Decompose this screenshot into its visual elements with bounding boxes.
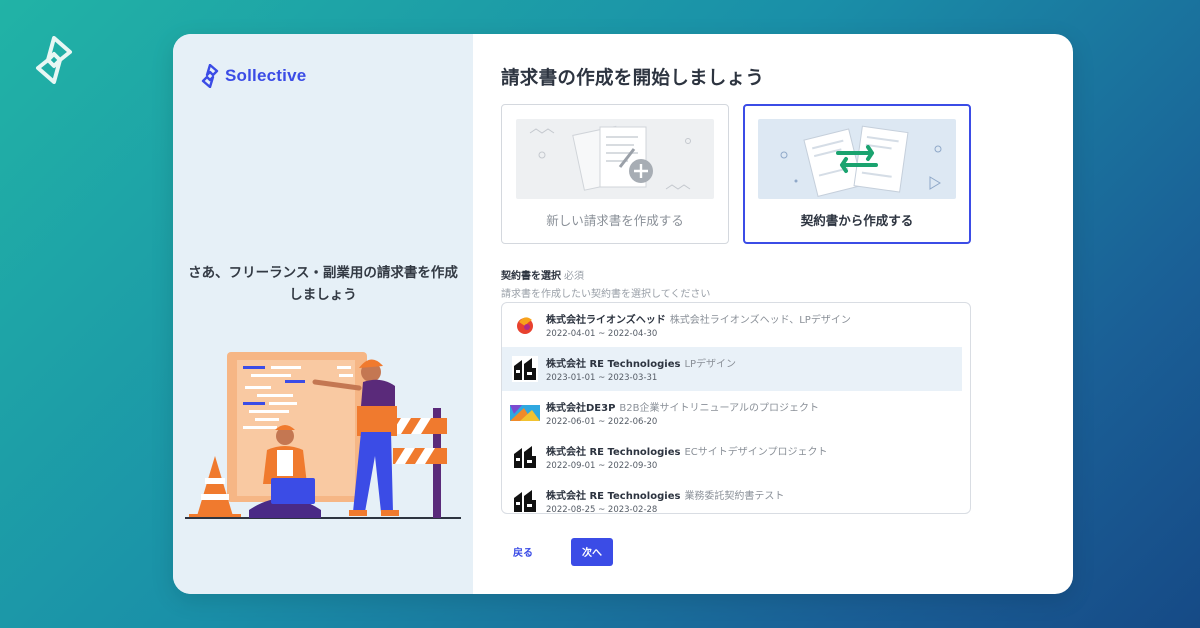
from-contract-illustration xyxy=(758,119,956,199)
lionshead-logo-icon xyxy=(517,317,533,334)
option-new-invoice[interactable]: 新しい請求書を作成する xyxy=(501,104,729,244)
back-button[interactable]: 戻る xyxy=(501,536,545,567)
sollective-corner-logo-icon xyxy=(36,36,72,84)
option-new-invoice-label: 新しい請求書を作成する xyxy=(546,213,684,228)
contract-period: 2022-09-01 ~ 2022-09-30 xyxy=(546,461,658,471)
re-technologies-logo-icon xyxy=(514,490,536,512)
tagline: さあ、フリーランス・副業用の請求書を作成しましょう xyxy=(188,265,458,303)
contract-select-label-text: 契約書を選択 xyxy=(501,271,561,282)
required-badge: 必須 xyxy=(564,271,584,282)
left-panel: Sollective さあ、フリーランス・副業用の請求書を作成しましょう xyxy=(173,34,473,594)
contract-company: 株式会社DE3P xyxy=(546,403,616,414)
contract-company: 株式会社 RE Technologies xyxy=(546,447,681,458)
brand-name: Sollective xyxy=(225,66,307,85)
workers-illustration xyxy=(185,352,461,519)
contract-row[interactable]: 株式会社 RE Technologies 業務委託契約書テスト 2022-08-2… xyxy=(502,479,970,514)
new-invoice-illustration xyxy=(516,119,714,199)
contract-period: 2022-06-01 ~ 2022-06-20 xyxy=(546,417,658,427)
contract-project: LPデザイン xyxy=(684,359,737,370)
contract-select-hint: 請求書を作成したい契約書を選択してください xyxy=(501,289,711,300)
contract-row[interactable]: 株式会社 RE Technologies ECサイトデザインプロジェクト 2022… xyxy=(502,435,970,479)
contract-project: 株式会社ライオンズヘッド、LPデザイン xyxy=(669,315,851,326)
page-title: 請求書の作成を開始しましょう xyxy=(501,68,765,89)
contract-list[interactable]: 株式会社ライオンズヘッド 株式会社ライオンズヘッド、LPデザイン 2022-04-… xyxy=(501,302,971,514)
contract-project: 業務委託契約書テスト xyxy=(684,491,785,502)
contract-row-selected[interactable]: 株式会社 RE Technologies LPデザイン 2023-01-01 ~ … xyxy=(502,347,962,391)
contract-row[interactable]: 株式会社ライオンズヘッド 株式会社ライオンズヘッド、LPデザイン 2022-04-… xyxy=(502,303,970,347)
next-button[interactable]: 次へ xyxy=(571,537,613,566)
invoice-wizard-card: Sollective さあ、フリーランス・副業用の請求書を作成しましょう 請求書… xyxy=(173,34,1073,594)
contract-period: 2023-01-01 ~ 2023-03-31 xyxy=(546,373,658,383)
contract-company: 株式会社 RE Technologies xyxy=(546,359,681,370)
wizard-actions: 戻る 次へ xyxy=(501,536,613,567)
contract-period: 2022-08-25 ~ 2023-02-28 xyxy=(546,505,658,514)
option-from-contract[interactable]: 契約書から作成する xyxy=(743,104,971,244)
re-technologies-logo-icon xyxy=(512,356,538,382)
contract-period: 2022-04-01 ~ 2022-04-30 xyxy=(546,329,658,339)
option-from-contract-label: 契約書から作成する xyxy=(800,213,914,228)
contract-project: B2B企業サイトリニューアルのプロジェクト xyxy=(619,403,820,414)
main-panel: 請求書の作成を開始しましょう 新しい請求書を作成する 契約書から作成する 契約書… xyxy=(473,34,1073,594)
contract-row[interactable]: 株式会社DE3P B2B企業サイトリニューアルのプロジェクト 2022-06-01… xyxy=(502,391,970,435)
brand: Sollective xyxy=(201,64,306,88)
de3p-logo-icon xyxy=(510,405,540,421)
contract-company: 株式会社 RE Technologies xyxy=(546,491,681,502)
contract-company: 株式会社ライオンズヘッド xyxy=(546,315,666,326)
creation-options: 新しい請求書を作成する 契約書から作成する xyxy=(501,104,971,244)
sollective-logo-icon xyxy=(201,64,219,88)
contract-select-label: 契約書を選択 必須 xyxy=(501,267,584,282)
re-technologies-logo-icon xyxy=(514,446,536,468)
contract-project: ECサイトデザインプロジェクト xyxy=(684,447,828,458)
